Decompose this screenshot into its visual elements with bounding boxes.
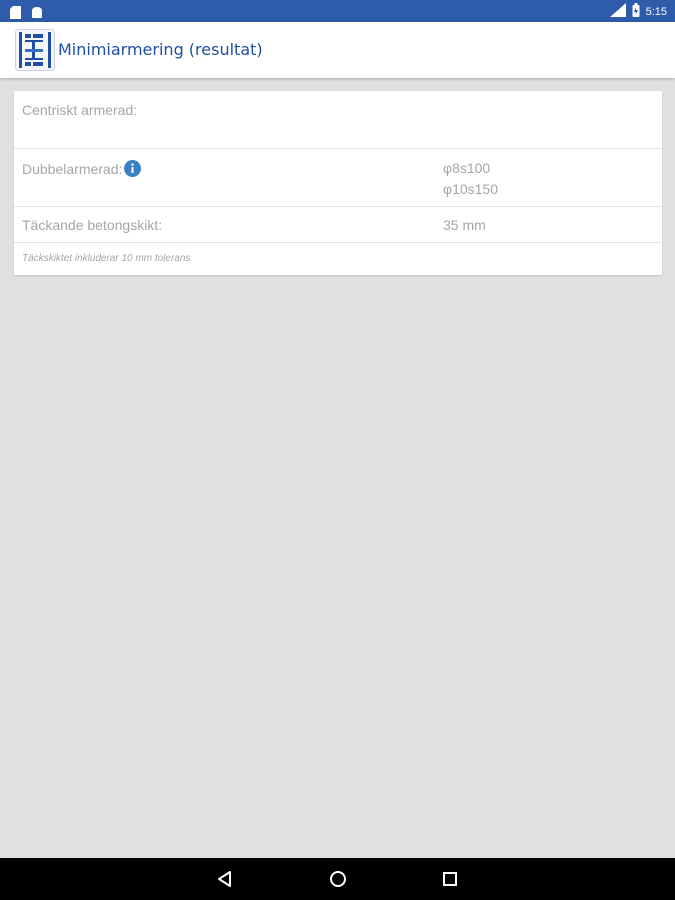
sd-card-icon [10,4,21,23]
back-icon[interactable] [215,869,235,889]
recents-icon[interactable] [440,869,460,889]
value-line: φ8s100 [443,160,491,176]
row-value: φ8s100 φ10s150 [443,158,498,200]
result-row-dubbelarmerad: Dubbelarmerad: φ8s100 φ10s150 [14,149,662,207]
info-icon[interactable] [124,160,142,177]
app-bar: Minimiarmering (resultat) [0,22,675,78]
result-card: Centriskt armerad: Dubbelarmerad: φ8s100… [14,91,662,275]
row-label: Täckande betongskikt: [22,217,163,233]
result-row-centriskt: Centriskt armerad: [14,91,662,149]
tolerance-note: Täckskiktet inkluderar 10 mm tolerans [22,253,191,264]
row-label: Centriskt armerad: [22,102,138,118]
app-logo[interactable] [15,29,55,71]
battery-icon [632,3,640,20]
row-value: 35 mm [443,217,486,233]
navigation-bar [0,858,675,900]
result-row-tackande: Täckande betongskikt: 35 mm [14,207,662,243]
svg-text:4G: 4G [611,5,620,12]
signal-icon: 4G [609,3,626,20]
value-line: φ10s150 [443,181,499,197]
note-row: Täckskiktet inkluderar 10 mm tolerans [14,243,662,275]
status-time: 5:15 [645,5,667,18]
row-label: Dubbelarmerad: [22,160,142,177]
android-icon [31,4,43,23]
page-title: Minimiarmering (resultat) [58,40,263,59]
home-icon[interactable] [328,869,348,889]
status-bar: 4G 5:15 [0,0,675,22]
